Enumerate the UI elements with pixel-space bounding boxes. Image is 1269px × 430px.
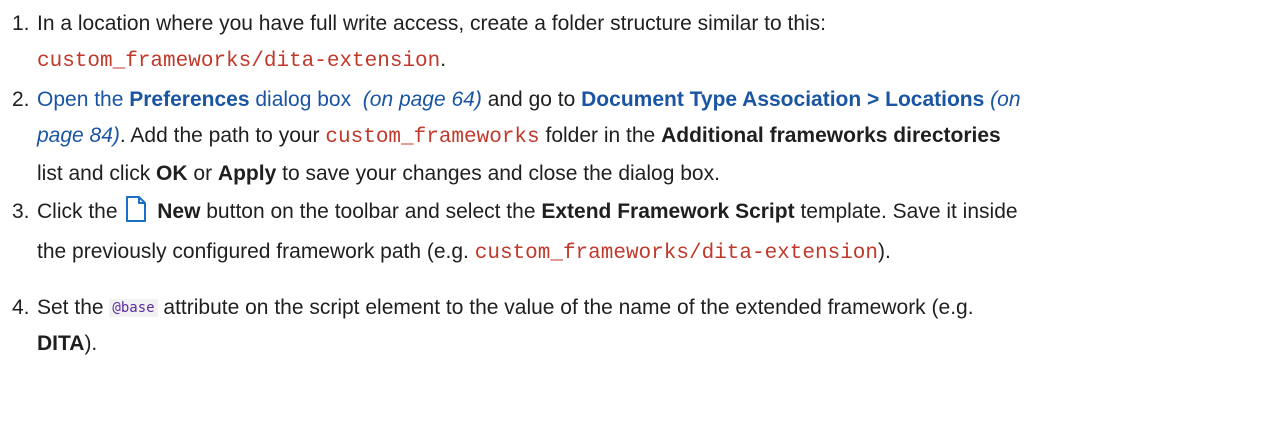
page-reference-link[interactable]: page 84)	[37, 124, 120, 147]
page-reference-link[interactable]: (on	[990, 88, 1020, 111]
step-number: 1.	[12, 12, 30, 35]
step-text: and go to	[487, 88, 576, 111]
link-text: dialog box	[255, 88, 352, 111]
step-text: template. Save it inside	[800, 200, 1018, 223]
ui-label: Apply	[217, 162, 277, 185]
step-text: the previously configured framework path…	[37, 240, 469, 263]
step-text: Click the	[37, 200, 118, 223]
step-2: 2. Open the Preferences dialog box (on p…	[12, 82, 1257, 192]
step-text: to save your changes and close the dialo…	[282, 162, 720, 185]
step-text: attribute on the script element to the v…	[163, 296, 974, 319]
ui-label: DITA	[37, 332, 85, 355]
punctuation: .	[440, 48, 447, 71]
step-number: 2.	[12, 88, 30, 111]
step-number: 4.	[12, 296, 30, 319]
code-folder: custom_frameworks	[325, 126, 540, 149]
step-3: 3. Click the New button on the toolbar a…	[12, 194, 1257, 272]
link-bold-text: Preferences	[129, 88, 250, 111]
code-path: custom_frameworks/dita-extension	[37, 50, 441, 73]
ui-label: OK	[156, 162, 188, 185]
step-text: or	[193, 162, 213, 185]
step-body: Set the @base attribute on the script el…	[37, 290, 1257, 362]
punctuation: ).	[84, 332, 98, 355]
ui-label: Additional frameworks directories	[661, 124, 1001, 147]
step-text: folder in the	[545, 124, 656, 147]
document: 1. In a location where you have full wri…	[0, 0, 1269, 362]
preferences-link[interactable]: Open the Preferences dialog box	[37, 88, 351, 111]
ui-label: Extend Framework Script	[541, 200, 795, 223]
ui-label: New	[157, 200, 201, 223]
step-text: Set the	[37, 296, 104, 319]
locations-link[interactable]: Document Type Association > Locations	[581, 88, 984, 111]
step-body: Click the New button on the toolbar and …	[37, 194, 1257, 272]
step-1: 1. In a location where you have full wri…	[12, 6, 1257, 80]
step-4: 4. Set the @base attribute on the script…	[12, 290, 1257, 362]
code-path: custom_frameworks/dita-extension	[474, 242, 878, 265]
step-body: In a location where you have full write …	[37, 6, 1257, 80]
link-text: Open the	[37, 88, 124, 111]
new-document-icon	[125, 196, 147, 234]
step-text: In a location where you have full write …	[37, 12, 827, 35]
page-reference-link[interactable]: (on page 64)	[363, 88, 482, 111]
step-body: Open the Preferences dialog box (on page…	[37, 82, 1257, 192]
step-number: 3.	[12, 200, 30, 223]
step-text: . Add the path to your	[119, 124, 320, 147]
step-text: list and click	[37, 162, 151, 185]
attribute-code: @base	[109, 299, 158, 317]
punctuation: ).	[878, 240, 891, 263]
step-text: button on the toolbar and select the	[206, 200, 536, 223]
